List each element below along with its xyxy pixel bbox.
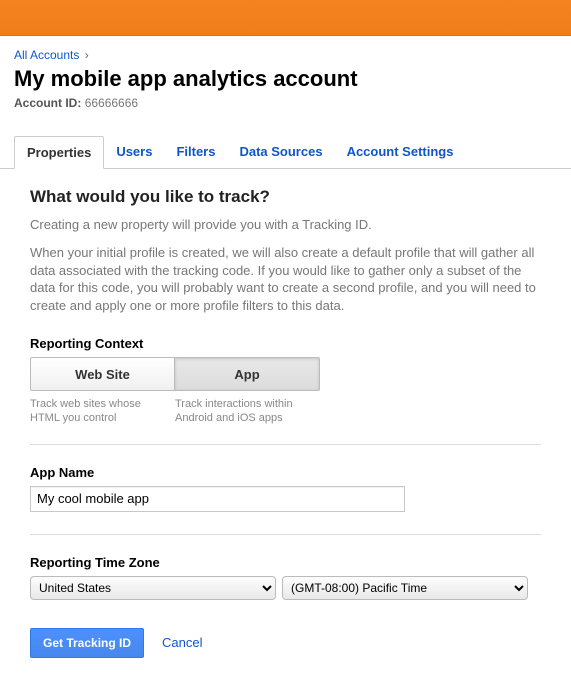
page-title: My mobile app analytics account — [14, 66, 557, 92]
context-app-button[interactable]: App — [175, 357, 320, 391]
account-id-value: 66666666 — [85, 96, 138, 110]
timezone-country-select[interactable]: United States — [30, 576, 276, 600]
actions-row: Get Tracking ID Cancel — [30, 628, 541, 658]
reporting-context-label: Reporting Context — [30, 336, 541, 351]
context-website-desc: Track web sites whose HTML you control — [30, 397, 175, 426]
top-bar — [0, 0, 571, 36]
divider — [30, 534, 541, 535]
reporting-context-toggle: Web Site App — [30, 357, 541, 391]
account-id-line: Account ID: 66666666 — [14, 96, 557, 110]
header: All Accounts › My mobile app analytics a… — [0, 36, 571, 118]
tab-properties[interactable]: Properties — [14, 136, 104, 169]
get-tracking-id-button[interactable]: Get Tracking ID — [30, 628, 144, 658]
breadcrumb-separator: › — [83, 48, 89, 62]
context-desc-row: Track web sites whose HTML you control T… — [30, 397, 541, 426]
timezone-row: United States (GMT-08:00) Pacific Time — [30, 576, 541, 600]
divider — [30, 444, 541, 445]
form-heading: What would you like to track? — [30, 187, 541, 207]
app-name-input[interactable] — [30, 486, 405, 512]
tab-data-sources[interactable]: Data Sources — [227, 136, 334, 168]
content: What would you like to track? Creating a… — [0, 169, 571, 682]
context-app-desc: Track interactions within Android and iO… — [175, 397, 320, 426]
app-name-label: App Name — [30, 465, 541, 480]
tab-filters[interactable]: Filters — [164, 136, 227, 168]
account-id-label: Account ID: — [14, 96, 81, 110]
tab-users[interactable]: Users — [104, 136, 164, 168]
timezone-zone-select[interactable]: (GMT-08:00) Pacific Time — [282, 576, 528, 600]
intro-text-2: When your initial profile is created, we… — [30, 244, 541, 314]
timezone-label: Reporting Time Zone — [30, 555, 541, 570]
tab-account-settings[interactable]: Account Settings — [335, 136, 466, 168]
context-website-button[interactable]: Web Site — [30, 357, 175, 391]
tabs: Properties Users Filters Data Sources Ac… — [0, 136, 571, 169]
intro-text-1: Creating a new property will provide you… — [30, 217, 541, 232]
cancel-link[interactable]: Cancel — [162, 635, 202, 650]
breadcrumb: All Accounts › — [14, 48, 557, 62]
breadcrumb-all-accounts[interactable]: All Accounts — [14, 48, 79, 62]
